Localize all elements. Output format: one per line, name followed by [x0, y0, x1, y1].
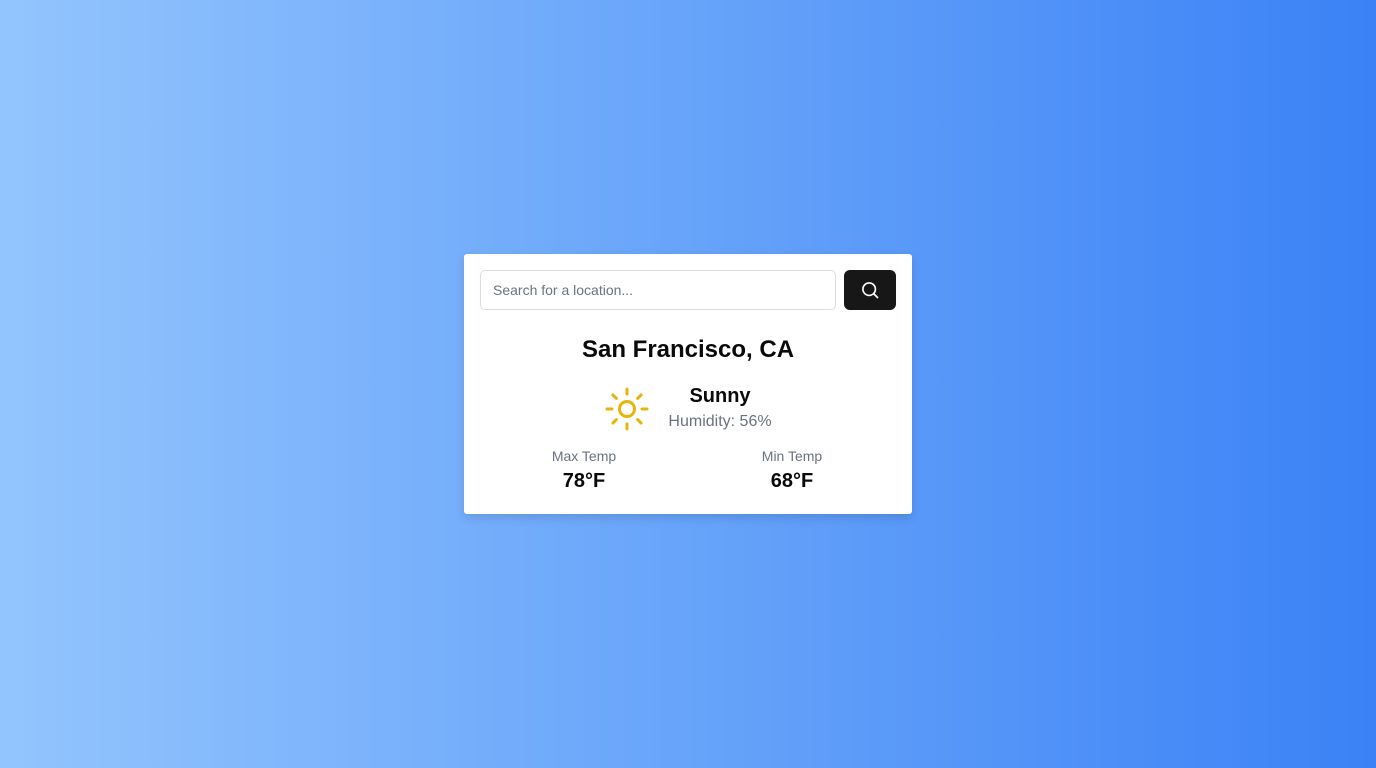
- current-conditions: Sunny Humidity: 56%: [480, 384, 896, 433]
- humidity-text: Humidity: 56%: [668, 413, 772, 430]
- max-temp-block: Max Temp 78°F: [480, 447, 688, 494]
- temperature-range: Max Temp 78°F Min Temp 68°F: [480, 447, 896, 494]
- min-temp-value: 68°F: [770, 470, 814, 492]
- sun-icon: [604, 386, 650, 432]
- search-input[interactable]: [480, 270, 836, 310]
- max-temp-value: 78°F: [562, 470, 606, 492]
- min-temp-label: Min Temp: [761, 448, 823, 464]
- max-temp-label: Max Temp: [551, 448, 617, 464]
- location-title: San Francisco, CA: [581, 336, 795, 363]
- search-button[interactable]: [844, 270, 896, 310]
- condition-label: Sunny: [689, 385, 751, 407]
- min-temp-block: Min Temp 68°F: [688, 447, 896, 494]
- weather-card: San Francisco, CA Sunny Humidity: 56% Ma…: [464, 254, 912, 514]
- search-bar: [480, 270, 896, 310]
- search-icon: [860, 280, 880, 300]
- condition-details: Sunny Humidity: 56%: [668, 384, 771, 433]
